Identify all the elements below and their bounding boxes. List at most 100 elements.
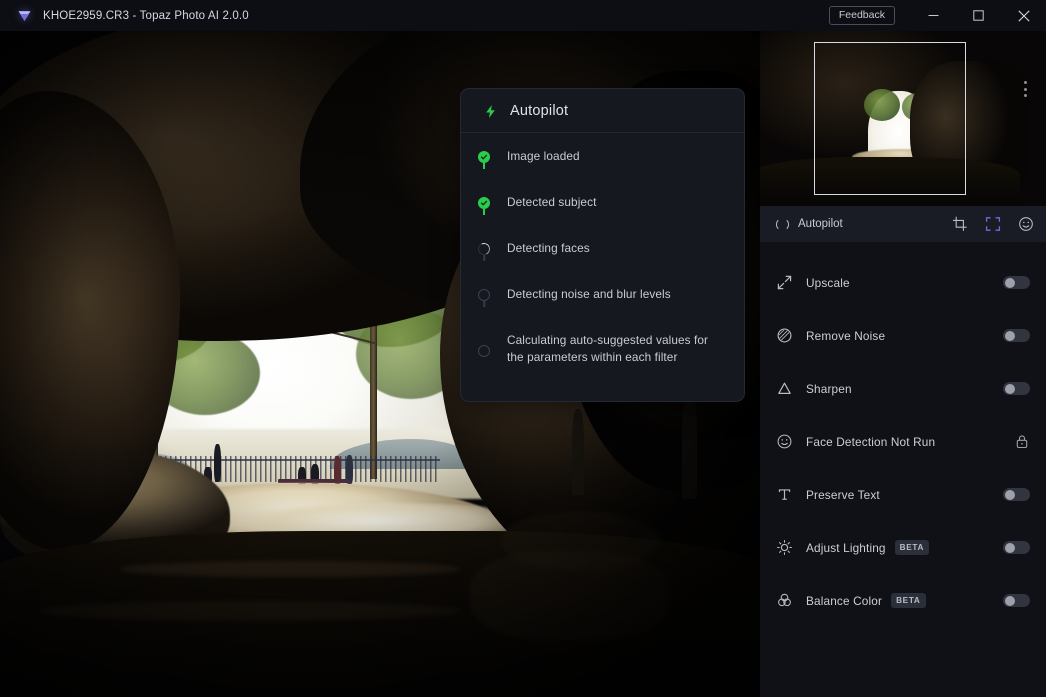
filter-label: Balance Color	[806, 593, 883, 608]
step-marker	[461, 285, 507, 307]
step-connector	[483, 163, 485, 169]
autopilot-popup-header: Autopilot	[461, 89, 744, 133]
balance-color-icon	[776, 592, 806, 609]
filter-row-face-detection[interactable]: Face Detection Not Run	[760, 415, 1046, 468]
step-status-loading-icon	[476, 241, 492, 257]
filter-row-adjust-lighting[interactable]: Adjust Lighting BETA	[760, 521, 1046, 574]
navigator-preview[interactable]	[760, 31, 1046, 206]
dot	[1024, 81, 1027, 84]
filter-control	[1003, 276, 1030, 289]
image-canvas[interactable]: Autopilot Image loaded Detected subject …	[0, 31, 760, 697]
close-button[interactable]	[1001, 0, 1046, 31]
minimize-button[interactable]	[911, 0, 956, 31]
autopilot-step: Detecting noise and blur levels	[461, 285, 744, 331]
toggle-knob	[1004, 489, 1015, 500]
step-connector	[483, 301, 485, 307]
step-marker	[461, 331, 507, 357]
upscale-toggle[interactable]	[1003, 276, 1030, 289]
sharpen-toggle[interactable]	[1003, 382, 1030, 395]
person-silhouette	[214, 444, 221, 482]
person-silhouette	[682, 393, 697, 499]
autopilot-bar-tools	[951, 216, 1034, 233]
preserve-text-toggle[interactable]	[1003, 488, 1030, 501]
autopilot-step: Image loaded	[461, 147, 744, 193]
autopilot-step: Detecting faces	[461, 239, 744, 285]
filter-control	[1003, 382, 1030, 395]
title-bar-left: KHOE2959.CR3 - Topaz Photo AI 2.0.0	[0, 7, 249, 24]
step-status-pending-icon	[478, 345, 490, 357]
face-recovery-icon	[776, 433, 806, 450]
step-marker	[461, 239, 507, 261]
step-status-done-icon	[478, 197, 490, 209]
autopilot-step-list: Image loaded Detected subject Detecting …	[461, 133, 744, 401]
face-select-icon[interactable]	[1017, 216, 1034, 233]
filter-row-upscale[interactable]: Upscale	[760, 256, 1046, 309]
filter-row-sharpen[interactable]: Sharpen	[760, 362, 1046, 415]
filter-row-balance-color[interactable]: Balance Color BETA	[760, 574, 1046, 627]
upscale-icon	[776, 274, 806, 291]
filter-row-remove-noise[interactable]: Remove Noise	[760, 309, 1046, 362]
step-marker	[461, 147, 507, 169]
sharpen-icon	[776, 380, 806, 397]
topaz-photo-ai-window: KHOE2959.CR3 - Topaz Photo AI 2.0.0 Feed…	[0, 0, 1046, 697]
autopilot-step: Detected subject	[461, 193, 744, 239]
step-label: Detected subject	[507, 195, 597, 209]
person-silhouette	[572, 409, 584, 495]
loading-spinner-icon	[776, 217, 789, 231]
main-body: Autopilot Image loaded Detected subject …	[0, 31, 1046, 697]
step-status-done-icon	[478, 151, 490, 163]
feedback-button[interactable]: Feedback	[828, 5, 895, 26]
balance-color-toggle[interactable]	[1003, 594, 1030, 607]
filter-label: Face Detection Not Run	[806, 434, 936, 449]
topaz-gem-logo-icon	[16, 7, 33, 24]
step-connector	[483, 255, 485, 261]
step-connector	[483, 209, 485, 215]
minimize-icon	[928, 10, 939, 21]
floor-ridge	[40, 601, 460, 621]
toggle-knob	[1004, 277, 1015, 288]
filter-list: Upscale Remove Noise Sharpen Face Detect…	[760, 242, 1046, 697]
step-label: Detecting faces	[507, 241, 590, 255]
toggle-knob	[1004, 542, 1015, 553]
remove-noise-icon	[776, 327, 806, 344]
autopilot-popup-title: Autopilot	[510, 103, 569, 119]
filter-control	[1003, 541, 1030, 554]
toggle-knob	[1004, 383, 1015, 394]
autopilot-bar-label: Autopilot	[798, 218, 843, 230]
dot	[1024, 87, 1027, 91]
preserve-text-icon	[776, 486, 806, 503]
autopilot-status-bar[interactable]: Autopilot	[760, 206, 1046, 242]
adjust-lighting-toggle[interactable]	[1003, 541, 1030, 554]
navigator-viewport-rect[interactable]	[814, 42, 966, 195]
remove-noise-toggle[interactable]	[1003, 329, 1030, 342]
beta-badge: BETA	[894, 540, 930, 555]
beta-badge: BETA	[891, 593, 926, 608]
floor-ridge	[500, 511, 660, 571]
filter-label: Adjust Lighting	[806, 540, 886, 555]
step-marker	[461, 193, 507, 215]
filter-label: Remove Noise	[806, 328, 886, 343]
filter-control	[1003, 329, 1030, 342]
filter-control	[1014, 434, 1030, 449]
step-label: Detecting noise and blur levels	[507, 287, 671, 301]
maximize-icon	[973, 10, 984, 21]
step-label: Image loaded	[507, 149, 580, 163]
adjust-lighting-icon	[776, 539, 806, 556]
right-sidebar: Autopilot Upscale Remove Noise Sharpen F…	[760, 31, 1046, 697]
step-status-pending-icon	[478, 289, 490, 301]
more-options-icon[interactable]	[1021, 78, 1030, 100]
filter-row-preserve-text[interactable]: Preserve Text	[760, 468, 1046, 521]
crop-icon[interactable]	[951, 216, 968, 233]
dot	[1024, 94, 1027, 97]
title-bar: KHOE2959.CR3 - Topaz Photo AI 2.0.0 Feed…	[0, 0, 1046, 31]
filter-label: Preserve Text	[806, 487, 880, 502]
maximize-button[interactable]	[956, 0, 1001, 31]
floor-ridge	[120, 561, 460, 577]
fit-to-screen-icon[interactable]	[984, 216, 1001, 233]
filter-control	[1003, 594, 1030, 607]
lock-icon	[1014, 434, 1030, 449]
toggle-knob	[1004, 595, 1015, 606]
autopilot-step: Calculating auto-suggested values for th…	[461, 331, 744, 383]
toggle-knob	[1004, 330, 1015, 341]
window-title: KHOE2959.CR3 - Topaz Photo AI 2.0.0	[43, 9, 249, 22]
